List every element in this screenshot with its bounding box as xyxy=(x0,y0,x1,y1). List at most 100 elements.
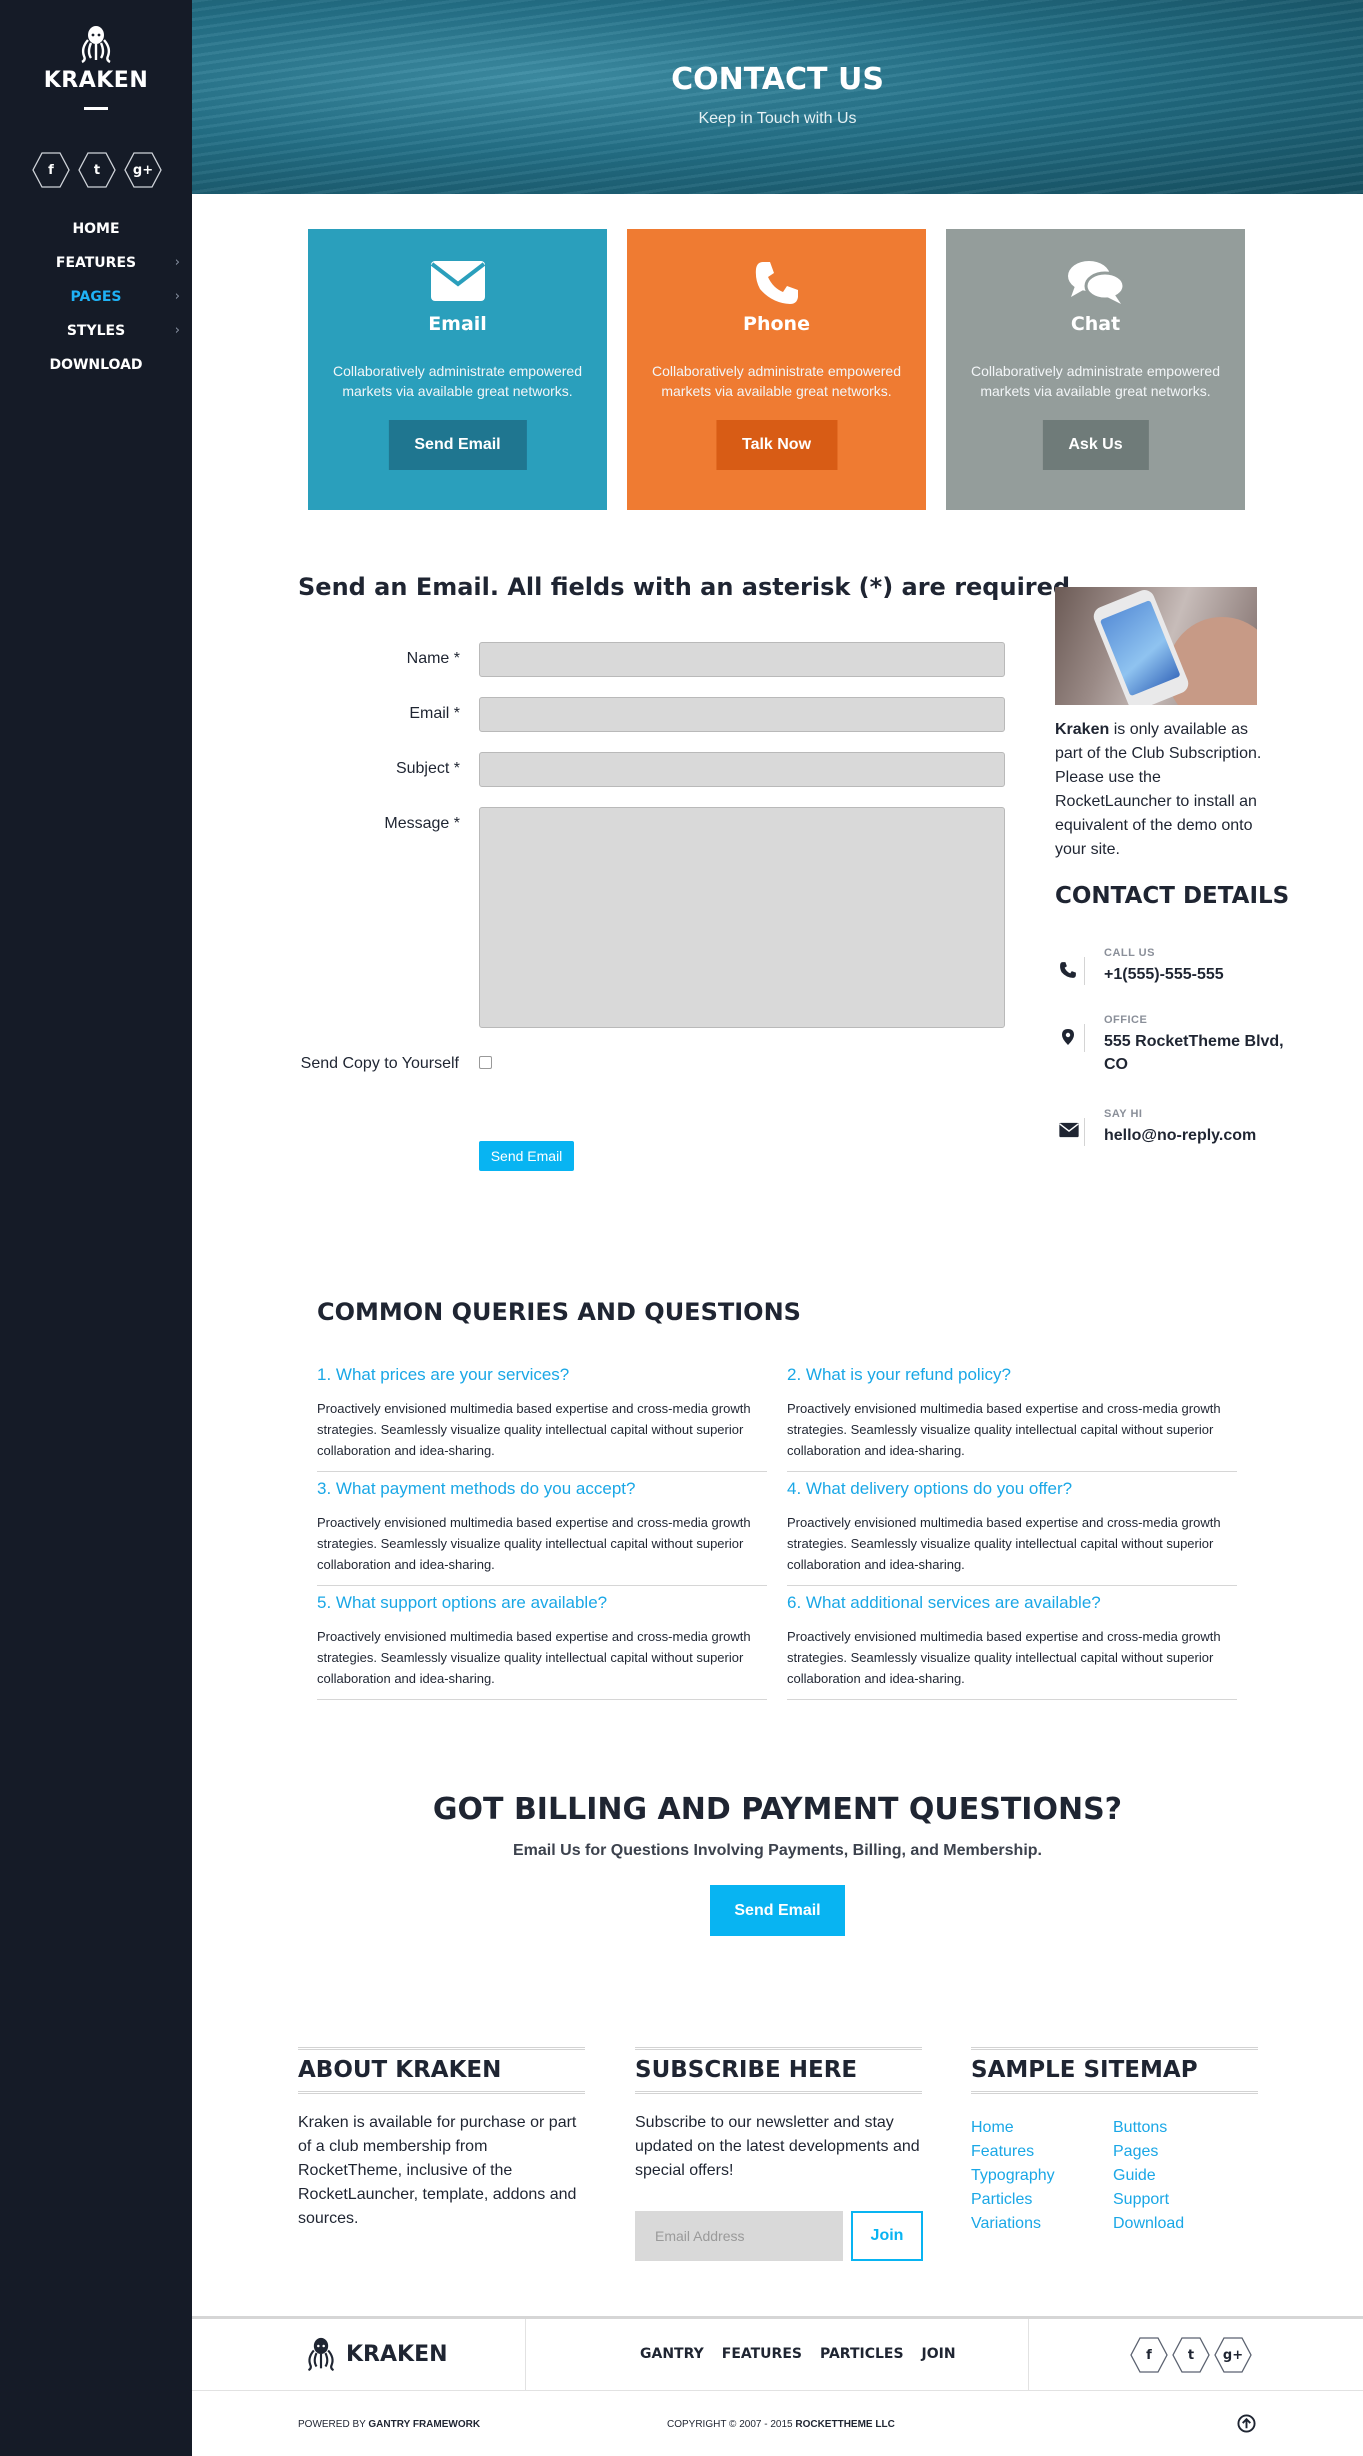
sidebar-item-pages[interactable]: PAGES › xyxy=(0,280,192,314)
sidebar-twitter-button[interactable]: t xyxy=(78,152,116,188)
send-email-card-button[interactable]: Send Email xyxy=(388,420,527,470)
sidebar-social: f t g+ xyxy=(32,152,162,188)
powered-by-prefix: POWERED BY xyxy=(298,2419,369,2430)
kraken-logo-icon xyxy=(81,26,111,64)
sitemap-link-guide[interactable]: Guide xyxy=(1113,2164,1184,2188)
footer-subscribe-title: SUBSCRIBE HERE xyxy=(635,2057,858,2083)
faq-item: 2. What is your refund policy? Proactive… xyxy=(787,1364,1237,1472)
page-subtitle: Keep in Touch with Us xyxy=(698,110,857,127)
newsletter-email-input[interactable]: Email Address xyxy=(635,2211,843,2261)
sidebar-logo-text: KRAKEN xyxy=(43,68,149,93)
bottom-divider xyxy=(1028,2319,1029,2391)
sitemap-link-support[interactable]: Support xyxy=(1113,2188,1184,2212)
bottom-twitter-button[interactable]: t xyxy=(1172,2337,1210,2373)
phone-icon xyxy=(1060,962,1076,978)
sidebar-item-styles[interactable]: STYLES › xyxy=(0,314,192,348)
footer-subscribe: SUBSCRIBE HERE Subscribe to our newslett… xyxy=(635,2047,922,2183)
sidebar-google-plus-button[interactable]: g+ xyxy=(124,152,162,188)
form-submit-button[interactable]: Send Email xyxy=(479,1141,574,1171)
join-button[interactable]: Join xyxy=(851,2211,923,2261)
card-description: Collaboratively administrate empowered m… xyxy=(332,363,582,399)
bottom-nav-features[interactable]: FEATURES xyxy=(722,2346,802,2362)
bottom-google-plus-button[interactable]: g+ xyxy=(1214,2337,1252,2373)
hero-banner: CONTACT US Keep in Touch with Us xyxy=(192,0,1363,194)
powered-by-link[interactable]: GANTRY FRAMEWORK xyxy=(368,2419,480,2430)
card-description: Collaboratively administrate empowered m… xyxy=(970,363,1220,399)
sitemap-link-buttons[interactable]: Buttons xyxy=(1113,2116,1184,2140)
bottom-logo[interactable]: KRAKEN xyxy=(304,2336,448,2372)
faq-answer: Proactively envisioned multimedia based … xyxy=(317,1629,751,1686)
sidebar-logo[interactable]: KRAKEN xyxy=(0,24,192,110)
bottom-nav-gantry[interactable]: GANTRY xyxy=(640,2346,704,2362)
sidebar-item-features[interactable]: FEATURES › xyxy=(0,246,192,280)
google-plus-icon: g+ xyxy=(1222,2347,1244,2363)
sidebar-item-label: STYLES xyxy=(66,323,126,339)
sidebar-nav: HOME FEATURES › PAGES › STYLES › DOWNLOAD xyxy=(0,212,192,382)
phone-icon xyxy=(755,262,798,304)
faq-question[interactable]: 2. What is your refund policy? xyxy=(787,1364,1237,1386)
back-to-top-icon[interactable] xyxy=(1237,2414,1256,2433)
message-field[interactable] xyxy=(479,807,1005,1028)
contact-cards: Email Collaboratively administrate empow… xyxy=(308,229,1245,510)
sidebar-facebook-button[interactable]: f xyxy=(32,152,70,188)
faq-question[interactable]: 1. What prices are your services? xyxy=(317,1364,767,1386)
sitemap-link-variations[interactable]: Variations xyxy=(971,2212,1055,2236)
card-title: Email xyxy=(428,313,487,335)
twitter-icon: t xyxy=(93,162,101,178)
sidebar-item-home[interactable]: HOME xyxy=(0,212,192,246)
faq-question[interactable]: 4. What delivery options do you offer? xyxy=(787,1478,1237,1500)
sitemap-link-particles[interactable]: Particles xyxy=(971,2188,1055,2212)
faq-answer: Proactively envisioned multimedia based … xyxy=(317,1515,751,1572)
send-copy-checkbox[interactable] xyxy=(479,1056,492,1069)
faq-question[interactable]: 3. What payment methods do you accept? xyxy=(317,1478,767,1500)
card-description: Collaboratively administrate empowered m… xyxy=(651,363,901,399)
bottom-nav-particles[interactable]: PARTICLES xyxy=(820,2346,904,2362)
bottom-facebook-button[interactable]: f xyxy=(1130,2337,1168,2373)
sidebar: KRAKEN f t g+ HOME FEATURES › PAGES › STYL… xyxy=(0,0,192,2456)
chevron-right-icon: › xyxy=(174,255,180,270)
envelope-icon xyxy=(430,261,485,301)
faq-question[interactable]: 5. What support options are available? xyxy=(317,1592,767,1614)
talk-now-button[interactable]: Talk Now xyxy=(715,420,838,470)
card-title: Phone xyxy=(743,313,810,335)
email-field[interactable] xyxy=(479,697,1005,732)
billing-title: GOT BILLING AND PAYMENT QUESTIONS? xyxy=(432,1792,1123,1827)
sidebar-item-label: FEATURES xyxy=(55,255,137,271)
contact-details-title: CONTACT DETAILS xyxy=(1055,883,1290,909)
sitemap-link-typography[interactable]: Typography xyxy=(971,2164,1055,2188)
sidebar-item-label: HOME xyxy=(72,221,120,237)
footer-sitemap-title: SAMPLE SITEMAP xyxy=(971,2057,1198,2083)
promo-body: is only available as part of the Club Su… xyxy=(1055,721,1262,858)
bottom-social: f t g+ xyxy=(1130,2337,1252,2373)
faq-item: 5. What support options are available? P… xyxy=(317,1592,767,1700)
contact-value[interactable]: +1(555)-555-555 xyxy=(1104,963,1284,986)
sitemap-link-download[interactable]: Download xyxy=(1113,2212,1184,2236)
sitemap-link-home[interactable]: Home xyxy=(971,2116,1055,2140)
message-label: Message * xyxy=(384,815,460,832)
copyright: COPYRIGHT © 2007 - 2015 ROCKETTHEME LLC xyxy=(667,2419,895,2430)
facebook-icon: f xyxy=(1146,2347,1152,2363)
contact-value[interactable]: hello@no-reply.com xyxy=(1104,1124,1284,1147)
newsletter-email-placeholder: Email Address xyxy=(655,2228,745,2244)
map-marker-icon xyxy=(1062,1029,1074,1045)
contact-label: CALL US xyxy=(1104,947,1155,959)
billing-send-email-button[interactable]: Send Email xyxy=(710,1885,845,1936)
faq-title: COMMON QUERIES AND QUESTIONS xyxy=(317,1298,801,1326)
ask-us-button[interactable]: Ask Us xyxy=(1042,420,1149,470)
faq-question[interactable]: 6. What additional services are availabl… xyxy=(787,1592,1237,1614)
chevron-right-icon: › xyxy=(174,289,180,304)
bottom-divider xyxy=(525,2319,526,2391)
sitemap-link-features[interactable]: Features xyxy=(971,2140,1055,2164)
subject-field[interactable] xyxy=(479,752,1005,787)
sitemap-link-pages[interactable]: Pages xyxy=(1113,2140,1184,2164)
sidebar-item-download[interactable]: DOWNLOAD xyxy=(0,348,192,382)
bottom-nav-join[interactable]: JOIN xyxy=(922,2346,956,2362)
chat-icon xyxy=(1067,261,1125,304)
google-plus-icon: g+ xyxy=(132,162,154,178)
copyright-link[interactable]: ROCKETTHEME LLC xyxy=(795,2419,894,2430)
envelope-icon xyxy=(1059,1122,1079,1138)
name-field[interactable] xyxy=(479,642,1005,677)
footer-about: ABOUT KRAKEN Kraken is available for pur… xyxy=(298,2047,585,2231)
page-title: CONTACT US xyxy=(671,62,884,97)
kraken-logo-icon xyxy=(307,2337,335,2372)
